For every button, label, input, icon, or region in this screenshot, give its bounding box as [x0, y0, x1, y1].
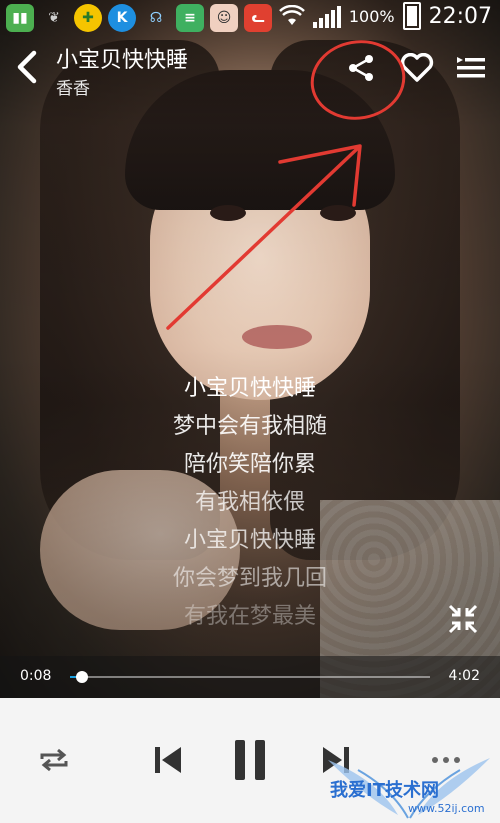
repeat-button[interactable]: [36, 742, 72, 778]
lyric-line: 有我相依偎: [194, 490, 305, 515]
previous-button[interactable]: [148, 740, 188, 780]
lyric-line: 陪你笑陪你累: [183, 452, 316, 477]
repeat-icon: [40, 748, 68, 772]
seek-bar[interactable]: [70, 671, 430, 683]
lyric-line: 有我在梦最美: [183, 604, 316, 629]
skip-previous-icon: [155, 747, 181, 773]
lyrics-panel[interactable]: 小宝贝快快睡 梦中会有我相随 陪你笑陪你累 有我相依偎 小宝贝快快睡 你会梦到我…: [0, 370, 500, 636]
annotation-arrow-head: [278, 144, 362, 207]
lyric-line-current: 小宝贝快快睡: [183, 376, 316, 401]
lyric-line: 小宝贝快快睡: [183, 528, 316, 553]
annotation-circle: [310, 40, 406, 120]
pause-button[interactable]: [228, 736, 272, 784]
progress-bar-area: 0:08 4:02: [0, 656, 500, 698]
watermark-text: 我爱IT技术网: [330, 780, 439, 801]
seek-bar-thumb[interactable]: [75, 671, 88, 683]
lyric-line: 梦中会有我相随: [172, 414, 327, 439]
total-time: 4:02: [448, 668, 480, 684]
collapse-lyrics-button[interactable]: [446, 602, 480, 636]
annotation-arrow-shaft: [166, 146, 360, 330]
current-time: 0:08: [20, 668, 52, 684]
music-player-screen: ▮▮ ❦ ✚ K ☊ ≡ ☺ ᓚ 100% 22:07 小宝贝快快睡 香香 小宝…: [0, 0, 500, 823]
collapse-icon: [448, 604, 478, 634]
pause-icon: [235, 740, 265, 780]
watermark-url: www.52ij.com: [408, 802, 485, 815]
lyric-line: 你会梦到我几回: [172, 566, 327, 591]
